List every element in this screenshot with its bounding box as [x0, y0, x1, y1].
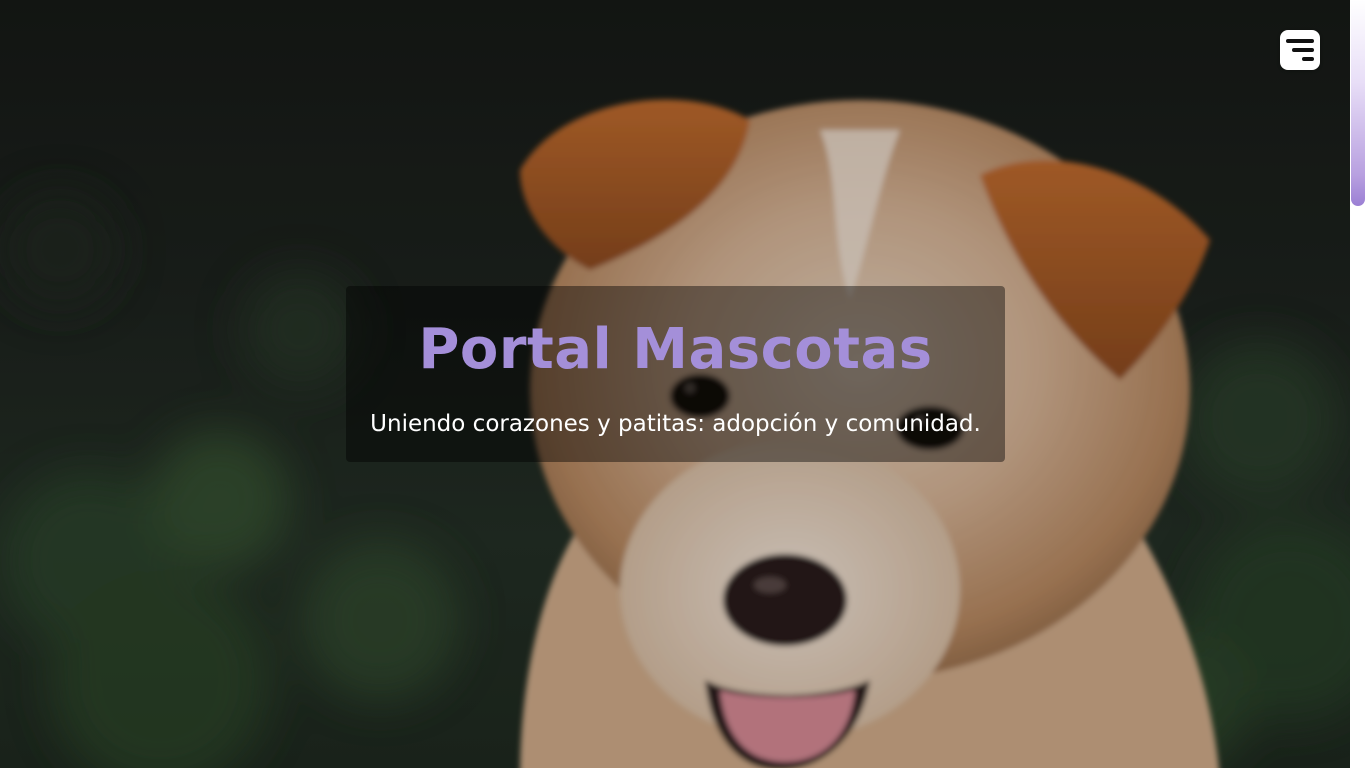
- menu-button[interactable]: [1280, 30, 1320, 70]
- scrollbar-thumb[interactable]: [1351, 0, 1365, 206]
- page-subtitle: Uniendo corazones y patitas: adopción y …: [370, 411, 981, 437]
- menu-icon-bar: [1302, 57, 1314, 61]
- hero-title-box: Portal Mascotas Uniendo corazones y pati…: [346, 286, 1005, 462]
- menu-icon-bar: [1292, 48, 1314, 52]
- vertical-scrollbar[interactable]: [1350, 0, 1366, 768]
- menu-icon-bar: [1286, 39, 1314, 43]
- landing-page: Portal Mascotas Uniendo corazones y pati…: [0, 0, 1366, 768]
- page-title: Portal Mascotas: [418, 317, 933, 382]
